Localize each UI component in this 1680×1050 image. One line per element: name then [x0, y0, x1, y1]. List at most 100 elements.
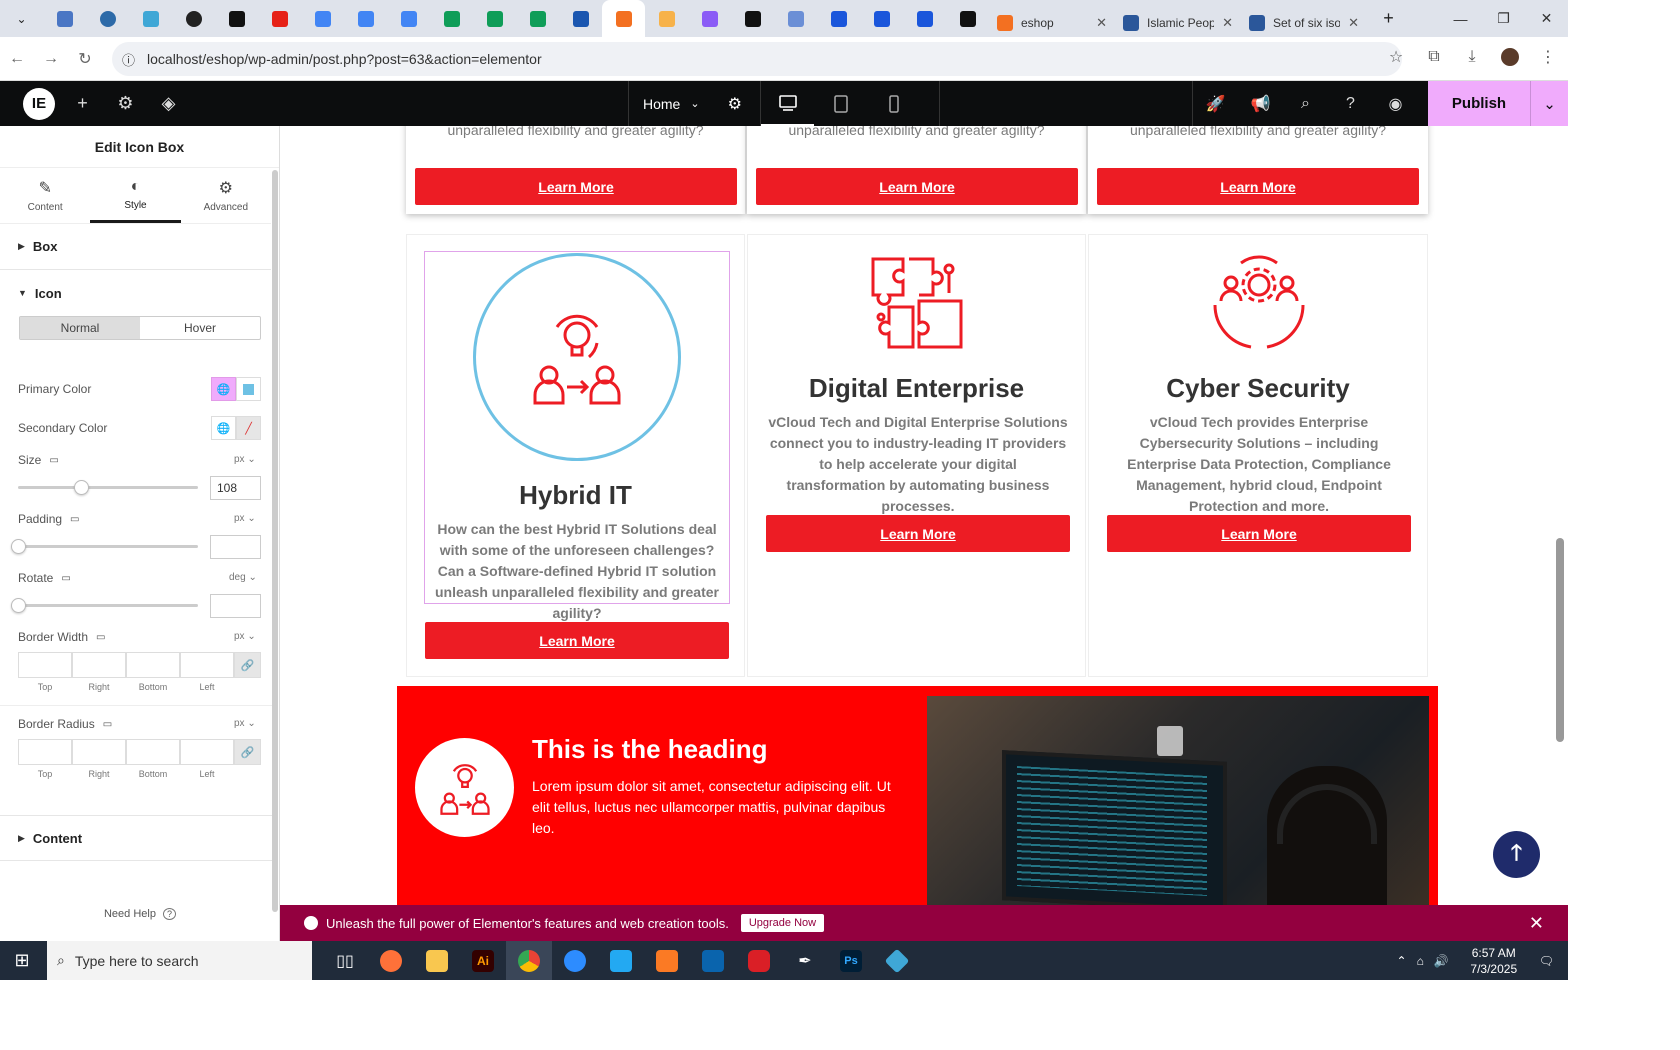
windows-start-icon[interactable]: ⊞ [0, 941, 44, 980]
border-radius-unit-select[interactable]: px ⌄ [234, 718, 256, 729]
mobile-icon[interactable] [867, 81, 920, 126]
rotate-unit-select[interactable]: deg ⌄ [229, 572, 257, 583]
browser-tab[interactable] [516, 0, 559, 37]
browser-tab[interactable] [860, 0, 903, 37]
browser-tab[interactable] [301, 0, 344, 37]
chevron-up-icon[interactable]: ⌃ [1397, 954, 1407, 968]
tablet-icon[interactable] [814, 81, 867, 126]
browser-tab[interactable] [129, 0, 172, 37]
taskbar-search-box[interactable]: ⌕ Type here to search [47, 941, 312, 980]
add-element-icon[interactable]: + [61, 81, 104, 126]
network-icon[interactable]: ⌂ [1417, 954, 1424, 968]
close-window-icon[interactable]: ✕ [1525, 0, 1568, 37]
extensions-icon[interactable]: ⧉ [1422, 45, 1446, 69]
desktop-icon[interactable]: ▭ [61, 573, 70, 584]
icon-box-card-cyber-security[interactable]: Cyber Security vCloud Tech provides Ente… [1088, 234, 1428, 677]
reload-icon[interactable]: ↻ [68, 49, 102, 69]
search-icon[interactable]: ⌕ [1283, 81, 1328, 126]
learn-more-button[interactable]: Learn More [415, 168, 737, 205]
browser-tab[interactable] [817, 0, 860, 37]
browser-tab[interactable] [387, 0, 430, 37]
vscode-icon[interactable] [598, 941, 644, 980]
page-settings-gear-icon[interactable]: ⚙ [728, 94, 742, 114]
notifications-megaphone-icon[interactable]: 📢 [1238, 81, 1283, 126]
desktop-icon[interactable]: ▭ [49, 455, 58, 466]
size-unit-select[interactable]: px ⌄ [234, 454, 256, 465]
border-radius-right-input[interactable] [72, 739, 126, 765]
taskbar-clock[interactable]: 6:57 AM 7/3/2025 [1459, 945, 1529, 977]
border-width-bottom-input[interactable] [126, 652, 180, 678]
rotate-slider[interactable] [11, 598, 198, 613]
file-explorer-icon[interactable] [414, 941, 460, 980]
browser-tab-active[interactable] [602, 0, 645, 37]
size-slider-handle[interactable] [74, 480, 89, 495]
browser-tab-islamic[interactable]: Islamic Peop ✕ [1115, 8, 1241, 37]
browser-tab[interactable] [86, 0, 129, 37]
browser-tab[interactable] [688, 0, 731, 37]
structure-layers-icon[interactable]: ◈ [147, 81, 190, 126]
section-box-header[interactable]: ▶ Box [0, 224, 271, 270]
close-icon[interactable]: ✕ [1529, 913, 1544, 934]
global-color-icon[interactable]: 🌐 [211, 416, 236, 440]
primary-color-swatch[interactable] [236, 377, 261, 401]
size-input[interactable]: 108 [210, 476, 261, 500]
upgrade-now-button[interactable]: Upgrade Now [740, 914, 825, 932]
browser-tab[interactable] [258, 0, 301, 37]
elementor-logo-icon[interactable]: IE [23, 87, 55, 120]
url-bar[interactable]: ⓘ localhost/eshop/wp-admin/post.php?post… [112, 42, 1402, 76]
browser-menu-icon[interactable]: ⋮ [1536, 45, 1560, 69]
help-icon[interactable]: ? [1328, 81, 1373, 126]
outlook-icon[interactable] [690, 941, 736, 980]
notification-icon[interactable]: 🗨 [1539, 954, 1554, 968]
icon-box-card-top[interactable]: unparalleled flexibility and greater agi… [406, 126, 745, 214]
app-icon[interactable] [874, 941, 920, 980]
preview-eye-icon[interactable]: ◉ [1373, 81, 1418, 126]
browser-tab[interactable] [731, 0, 774, 37]
browser-tab-set-of-six[interactable]: Set of six iso ✕ [1241, 8, 1367, 37]
browser-tab[interactable] [903, 0, 946, 37]
browser-tab[interactable] [559, 0, 602, 37]
download-icon[interactable]: ⤓ [1460, 45, 1484, 69]
photoshop-icon[interactable]: Ps [828, 941, 874, 980]
browser-tab[interactable] [172, 0, 215, 37]
secondary-color-swatch[interactable]: ╱ [236, 416, 261, 440]
panel-scrollbar[interactable] [272, 170, 278, 912]
browser-tab[interactable] [430, 0, 473, 37]
close-icon[interactable]: ✕ [1096, 15, 1107, 31]
global-color-icon[interactable]: 🌐 [211, 377, 236, 401]
border-radius-bottom-input[interactable] [126, 739, 180, 765]
browser-tab[interactable] [215, 0, 258, 37]
border-radius-left-input[interactable] [180, 739, 234, 765]
site-settings-icon[interactable]: ⚙ [104, 81, 147, 126]
browser-tab-eshop[interactable]: eshop ✕ [989, 8, 1115, 37]
restore-icon[interactable]: ❐ [1482, 0, 1525, 37]
close-icon[interactable]: ✕ [1348, 15, 1359, 31]
link-icon[interactable]: 🔗 [234, 739, 261, 765]
icon-box-card-top[interactable]: unparalleled flexibility and greater agi… [747, 126, 1086, 214]
section-content-header[interactable]: ▶ Content [0, 815, 272, 861]
site-info-icon[interactable]: ⓘ [122, 50, 135, 69]
scroll-to-top-button[interactable]: 🡑 [1493, 831, 1540, 878]
desktop-icon[interactable]: ▭ [103, 719, 112, 730]
link-icon[interactable]: 🔗 [234, 652, 261, 678]
publish-button[interactable]: Publish ⌄ [1428, 81, 1568, 126]
pen-tool-icon[interactable]: ✒ [782, 941, 828, 980]
rotate-slider-handle[interactable] [11, 598, 26, 613]
learn-more-button[interactable]: Learn More [425, 622, 729, 659]
need-help-link[interactable]: Need Help ? [0, 908, 280, 920]
back-icon[interactable]: ← [0, 50, 34, 68]
padding-slider[interactable] [11, 539, 198, 554]
desktop-icon[interactable]: ▭ [96, 632, 105, 643]
border-width-left-input[interactable] [180, 652, 234, 678]
icon-box-card-hybrid-it[interactable]: Hybrid IT How can the best Hybrid IT Sol… [406, 234, 745, 677]
icon-box-card-top[interactable]: unparalleled flexibility and greater agi… [1088, 126, 1428, 214]
volume-icon[interactable]: 🔊 [1434, 954, 1449, 968]
border-radius-top-input[interactable] [18, 739, 72, 765]
browser-tab[interactable] [774, 0, 817, 37]
tab-style[interactable]: ◐ Style [90, 168, 181, 223]
tab-list-button[interactable]: ⌄ [0, 0, 43, 37]
rotate-input[interactable] [210, 594, 261, 618]
browser-tab[interactable] [946, 0, 989, 37]
rocket-icon[interactable]: 🚀 [1193, 81, 1238, 126]
desktop-icon[interactable] [761, 81, 814, 126]
